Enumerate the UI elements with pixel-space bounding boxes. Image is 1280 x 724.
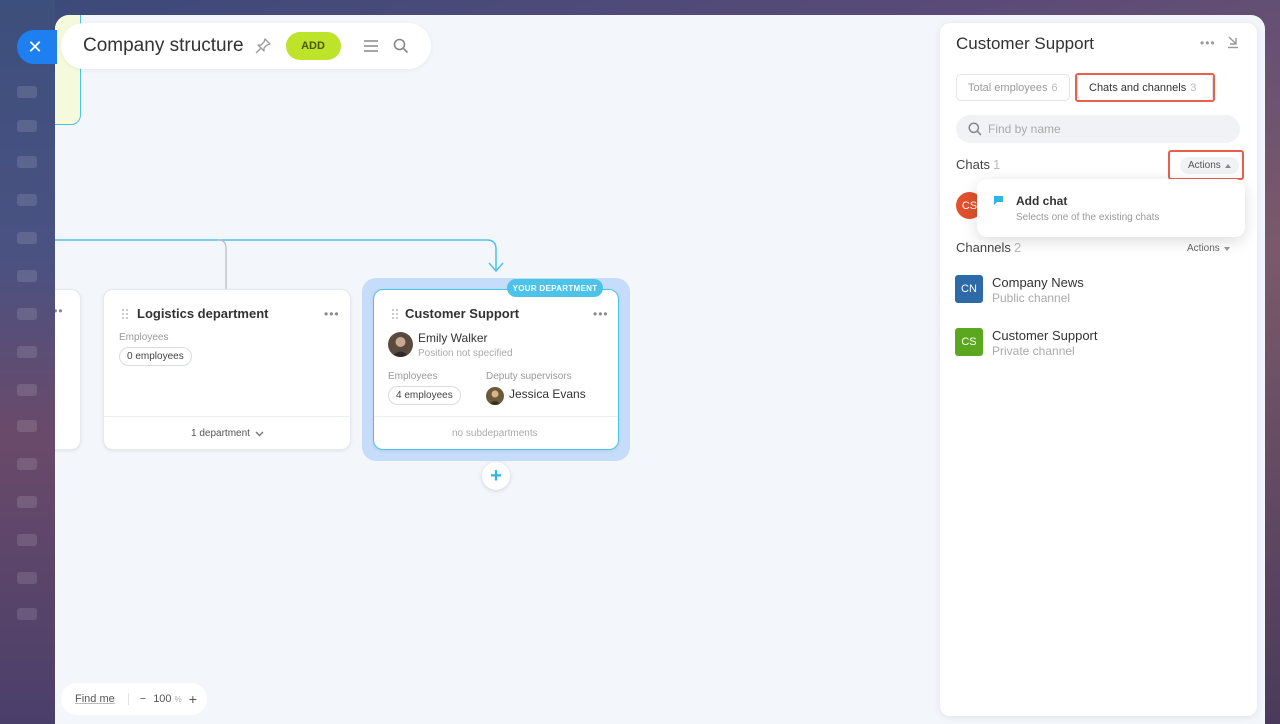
chevron-down-icon [255, 431, 264, 436]
sidebar-icon[interactable] [17, 420, 37, 432]
department-card-logistics[interactable]: Logistics department ••• Employees 0 emp… [103, 289, 351, 450]
deputy-name[interactable]: Jessica Evans [509, 387, 586, 401]
add-subdepartment-button[interactable]: + [482, 462, 510, 490]
sidebar-icon[interactable] [17, 496, 37, 508]
search-icon[interactable] [393, 38, 409, 54]
head-name[interactable]: Emily Walker [418, 331, 488, 345]
sidebar-icon[interactable] [17, 346, 37, 358]
subdepartments-status: no subdepartments [452, 428, 538, 439]
sidebar-icon[interactable] [17, 120, 37, 132]
employees-label: Employees [388, 371, 438, 382]
find-me-button[interactable]: Find me [61, 693, 129, 705]
more-icon[interactable]: ••• [55, 304, 64, 318]
employees-label: Employees [119, 332, 169, 343]
zoom-control: − 100 % + [129, 691, 197, 707]
department-card-partial[interactable]: ••• [55, 289, 81, 450]
your-department-badge: YOUR DEPARTMENT [507, 279, 603, 297]
sidebar-icon[interactable] [17, 232, 37, 244]
menu-icon[interactable] [363, 39, 379, 53]
department-title: Customer Support [405, 306, 520, 321]
chats-section-title: Chats 1 [956, 157, 1000, 172]
more-icon[interactable]: ••• [1200, 36, 1216, 50]
pin-icon[interactable] [254, 37, 272, 55]
highlight-box [1168, 150, 1244, 180]
sidebar-icon[interactable] [17, 194, 37, 206]
zoom-value: 100 % [153, 693, 182, 705]
channel-name: Company News [992, 275, 1084, 290]
zoom-unit: % [174, 695, 182, 704]
section-count: 1 [992, 157, 1001, 172]
channels-actions-button[interactable]: Actions [1187, 243, 1230, 254]
page-title: Company structure [83, 35, 244, 56]
tab-total-employees[interactable]: Total employees 6 [956, 74, 1070, 101]
sidebar-icon[interactable] [17, 458, 37, 470]
zoom-out-button[interactable]: − [140, 693, 146, 705]
caret-down-icon [1223, 246, 1230, 251]
avatar-initials: CS [961, 336, 977, 348]
drag-handle-icon[interactable] [391, 308, 399, 320]
drag-handle-icon[interactable] [121, 308, 129, 320]
channel-avatar: CS [955, 328, 983, 356]
employees-count-pill[interactable]: 0 employees [119, 347, 192, 366]
tab-label: Total employees [968, 81, 1048, 94]
toolbar: Company structure ADD [61, 23, 431, 69]
department-panel: Customer Support ••• Total employees 6 C… [940, 23, 1257, 716]
section-label: Chats [956, 157, 990, 172]
department-title: Logistics department [137, 306, 269, 321]
sidebar-icon[interactable] [17, 572, 37, 584]
subdepartments-count: 1 department [191, 428, 250, 439]
sidebar-icon[interactable] [17, 608, 37, 620]
collapse-icon[interactable] [1226, 35, 1240, 49]
avatar-initials: CS [961, 199, 978, 212]
search-input[interactable] [988, 122, 1228, 136]
department-card-customer-support[interactable]: Customer Support ••• Emily Walker Positi… [373, 289, 619, 450]
menu-item-description: Selects one of the existing chats [1016, 212, 1160, 223]
subdepartments-toggle[interactable]: 1 department [191, 428, 264, 439]
divider [104, 416, 350, 417]
zoom-in-button[interactable]: + [189, 691, 197, 707]
head-position: Position not specified [418, 348, 513, 359]
avatar-initials: CN [961, 283, 977, 295]
channel-name: Customer Support [992, 328, 1098, 343]
employees-count-pill[interactable]: 4 employees [388, 386, 461, 405]
close-icon: ✕ [27, 36, 43, 57]
sidebar-icon[interactable] [17, 384, 37, 396]
divider [374, 416, 618, 417]
menu-item-title: Add chat [1016, 194, 1068, 208]
sidebar-icon[interactable] [17, 534, 37, 546]
add-button[interactable]: ADD [285, 32, 341, 60]
channel-type: Public channel [992, 291, 1071, 305]
avatar[interactable] [486, 387, 504, 405]
section-count: 2 [1013, 240, 1022, 255]
sidebar-icon[interactable] [17, 308, 37, 320]
highlight-box [1075, 73, 1215, 102]
section-label: Channels [956, 240, 1011, 255]
tab-count: 6 [1051, 81, 1058, 94]
sidebar-icon[interactable] [17, 86, 37, 98]
panel-title: Customer Support [956, 34, 1094, 53]
actions-dropdown-menu: Add chat Selects one of the existing cha… [977, 179, 1245, 237]
actions-label: Actions [1187, 243, 1220, 254]
more-icon[interactable]: ••• [593, 307, 609, 321]
avatar[interactable] [388, 332, 413, 357]
search-icon [968, 122, 982, 136]
sidebar-icon[interactable] [17, 156, 37, 168]
app-sidebar [0, 0, 55, 724]
search-field[interactable] [956, 115, 1240, 143]
zoom-bar: Find me − 100 % + [61, 683, 207, 715]
deputy-label: Deputy supervisors [486, 371, 572, 382]
channel-avatar: CN [955, 275, 983, 303]
chat-bubble-icon [994, 196, 1003, 205]
channel-type: Private channel [992, 344, 1075, 358]
sidebar-icon[interactable] [17, 270, 37, 282]
more-icon[interactable]: ••• [324, 307, 340, 321]
zoom-number: 100 [153, 693, 172, 705]
plus-icon: + [490, 464, 502, 487]
channels-section-title: Channels 2 [956, 240, 1021, 255]
close-button[interactable]: ✕ [17, 30, 57, 64]
